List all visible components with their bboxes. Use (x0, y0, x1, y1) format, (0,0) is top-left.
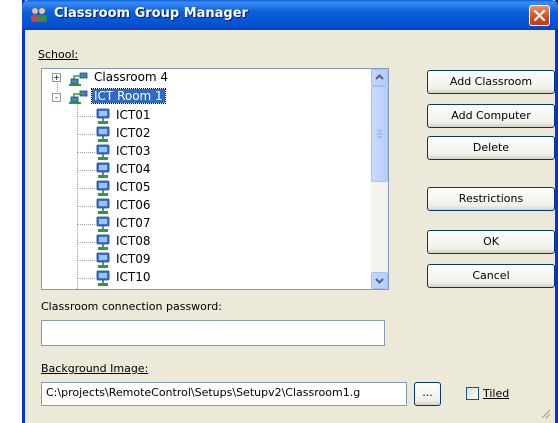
tree-line (77, 224, 95, 225)
tiled-checkbox[interactable] (466, 387, 479, 400)
tree-line (77, 116, 95, 117)
password-label: Classroom connection password: (41, 300, 222, 313)
collapse-toggle[interactable]: - (52, 93, 61, 102)
tree-node-ict-room-1[interactable]: ICT Room 1 (91, 88, 166, 104)
tree-node-classroom-4[interactable]: Classroom 4 (92, 70, 170, 84)
chevron-up-icon (375, 74, 384, 80)
tree-content: + Classroom 4 - ICT Room 1 ICT01 ICT02 ICT… (42, 69, 372, 289)
tree-node-computer[interactable]: ICT09 (114, 252, 153, 266)
tree-line (77, 104, 78, 289)
tree-line (77, 206, 95, 207)
computer-icon (96, 180, 110, 196)
password-input[interactable] (41, 320, 385, 346)
computer-icon (96, 216, 110, 232)
tree-node-computer[interactable]: ICT05 (114, 180, 153, 194)
scroll-down-button[interactable] (371, 272, 388, 289)
restrictions-button[interactable]: Restrictions (427, 187, 555, 211)
tree-node-computer[interactable]: ICT01 (114, 108, 153, 122)
tree-node-computer[interactable]: ICT06 (114, 198, 153, 212)
tree-line (77, 170, 95, 171)
computer-icon (96, 126, 110, 142)
computer-icon (96, 144, 110, 160)
background-image-path-input[interactable]: C:\projects\RemoteControl\Setups\Setupv2… (41, 382, 407, 406)
school-label: School: (38, 48, 79, 61)
close-button[interactable] (529, 5, 550, 26)
tree-node-computer[interactable]: ICT07 (114, 216, 153, 230)
grip-lines-icon (377, 130, 382, 138)
add-classroom-button[interactable]: Add Classroom (427, 70, 555, 94)
computer-icon (96, 234, 110, 250)
cancel-button[interactable]: Cancel (427, 264, 555, 288)
ok-button[interactable]: OK (427, 230, 555, 254)
tree-line (77, 242, 95, 243)
tree-line (77, 278, 95, 279)
tiled-label: Tiled (483, 387, 510, 400)
chevron-down-icon (375, 278, 384, 284)
computer-icon (96, 108, 110, 124)
tree-line (77, 152, 95, 153)
computer-icon (96, 198, 110, 214)
computer-icon (96, 270, 110, 286)
expand-toggle[interactable]: + (52, 73, 61, 82)
tree-node-computer[interactable]: ICT08 (114, 234, 153, 248)
tree-line (77, 134, 95, 135)
close-icon (534, 10, 545, 21)
window-title: Classroom Group Manager (54, 6, 248, 21)
tree-line (77, 260, 95, 261)
tree-node-computer[interactable]: ICT03 (114, 144, 153, 158)
tree-vertical-scrollbar[interactable] (371, 69, 388, 289)
network-group-icon (69, 72, 88, 86)
computer-icon (96, 252, 110, 268)
scroll-thumb[interactable] (371, 86, 388, 182)
computer-icon (96, 162, 110, 178)
tree-node-computer[interactable]: ICT10 (114, 270, 153, 284)
background-image-label: Background Image: (41, 362, 149, 375)
network-group-icon (69, 90, 88, 104)
browse-button[interactable]: ... (414, 382, 441, 406)
tree-node-computer[interactable]: ICT04 (114, 162, 153, 176)
tree-line (77, 188, 95, 189)
resize-grip-icon[interactable] (539, 407, 551, 419)
delete-button[interactable]: Delete (427, 136, 555, 160)
people-group-icon (31, 8, 47, 22)
dialog-window: Classroom Group Manager School: + Classr… (22, 0, 558, 423)
school-tree-view[interactable]: + Classroom 4 - ICT Room 1 ICT01 ICT02 ICT… (41, 68, 389, 290)
title-bar[interactable]: Classroom Group Manager (22, 0, 558, 30)
tree-node-computer[interactable]: ICT02 (114, 126, 153, 140)
scroll-up-button[interactable] (371, 69, 388, 86)
add-computer-button[interactable]: Add Computer (427, 104, 555, 128)
